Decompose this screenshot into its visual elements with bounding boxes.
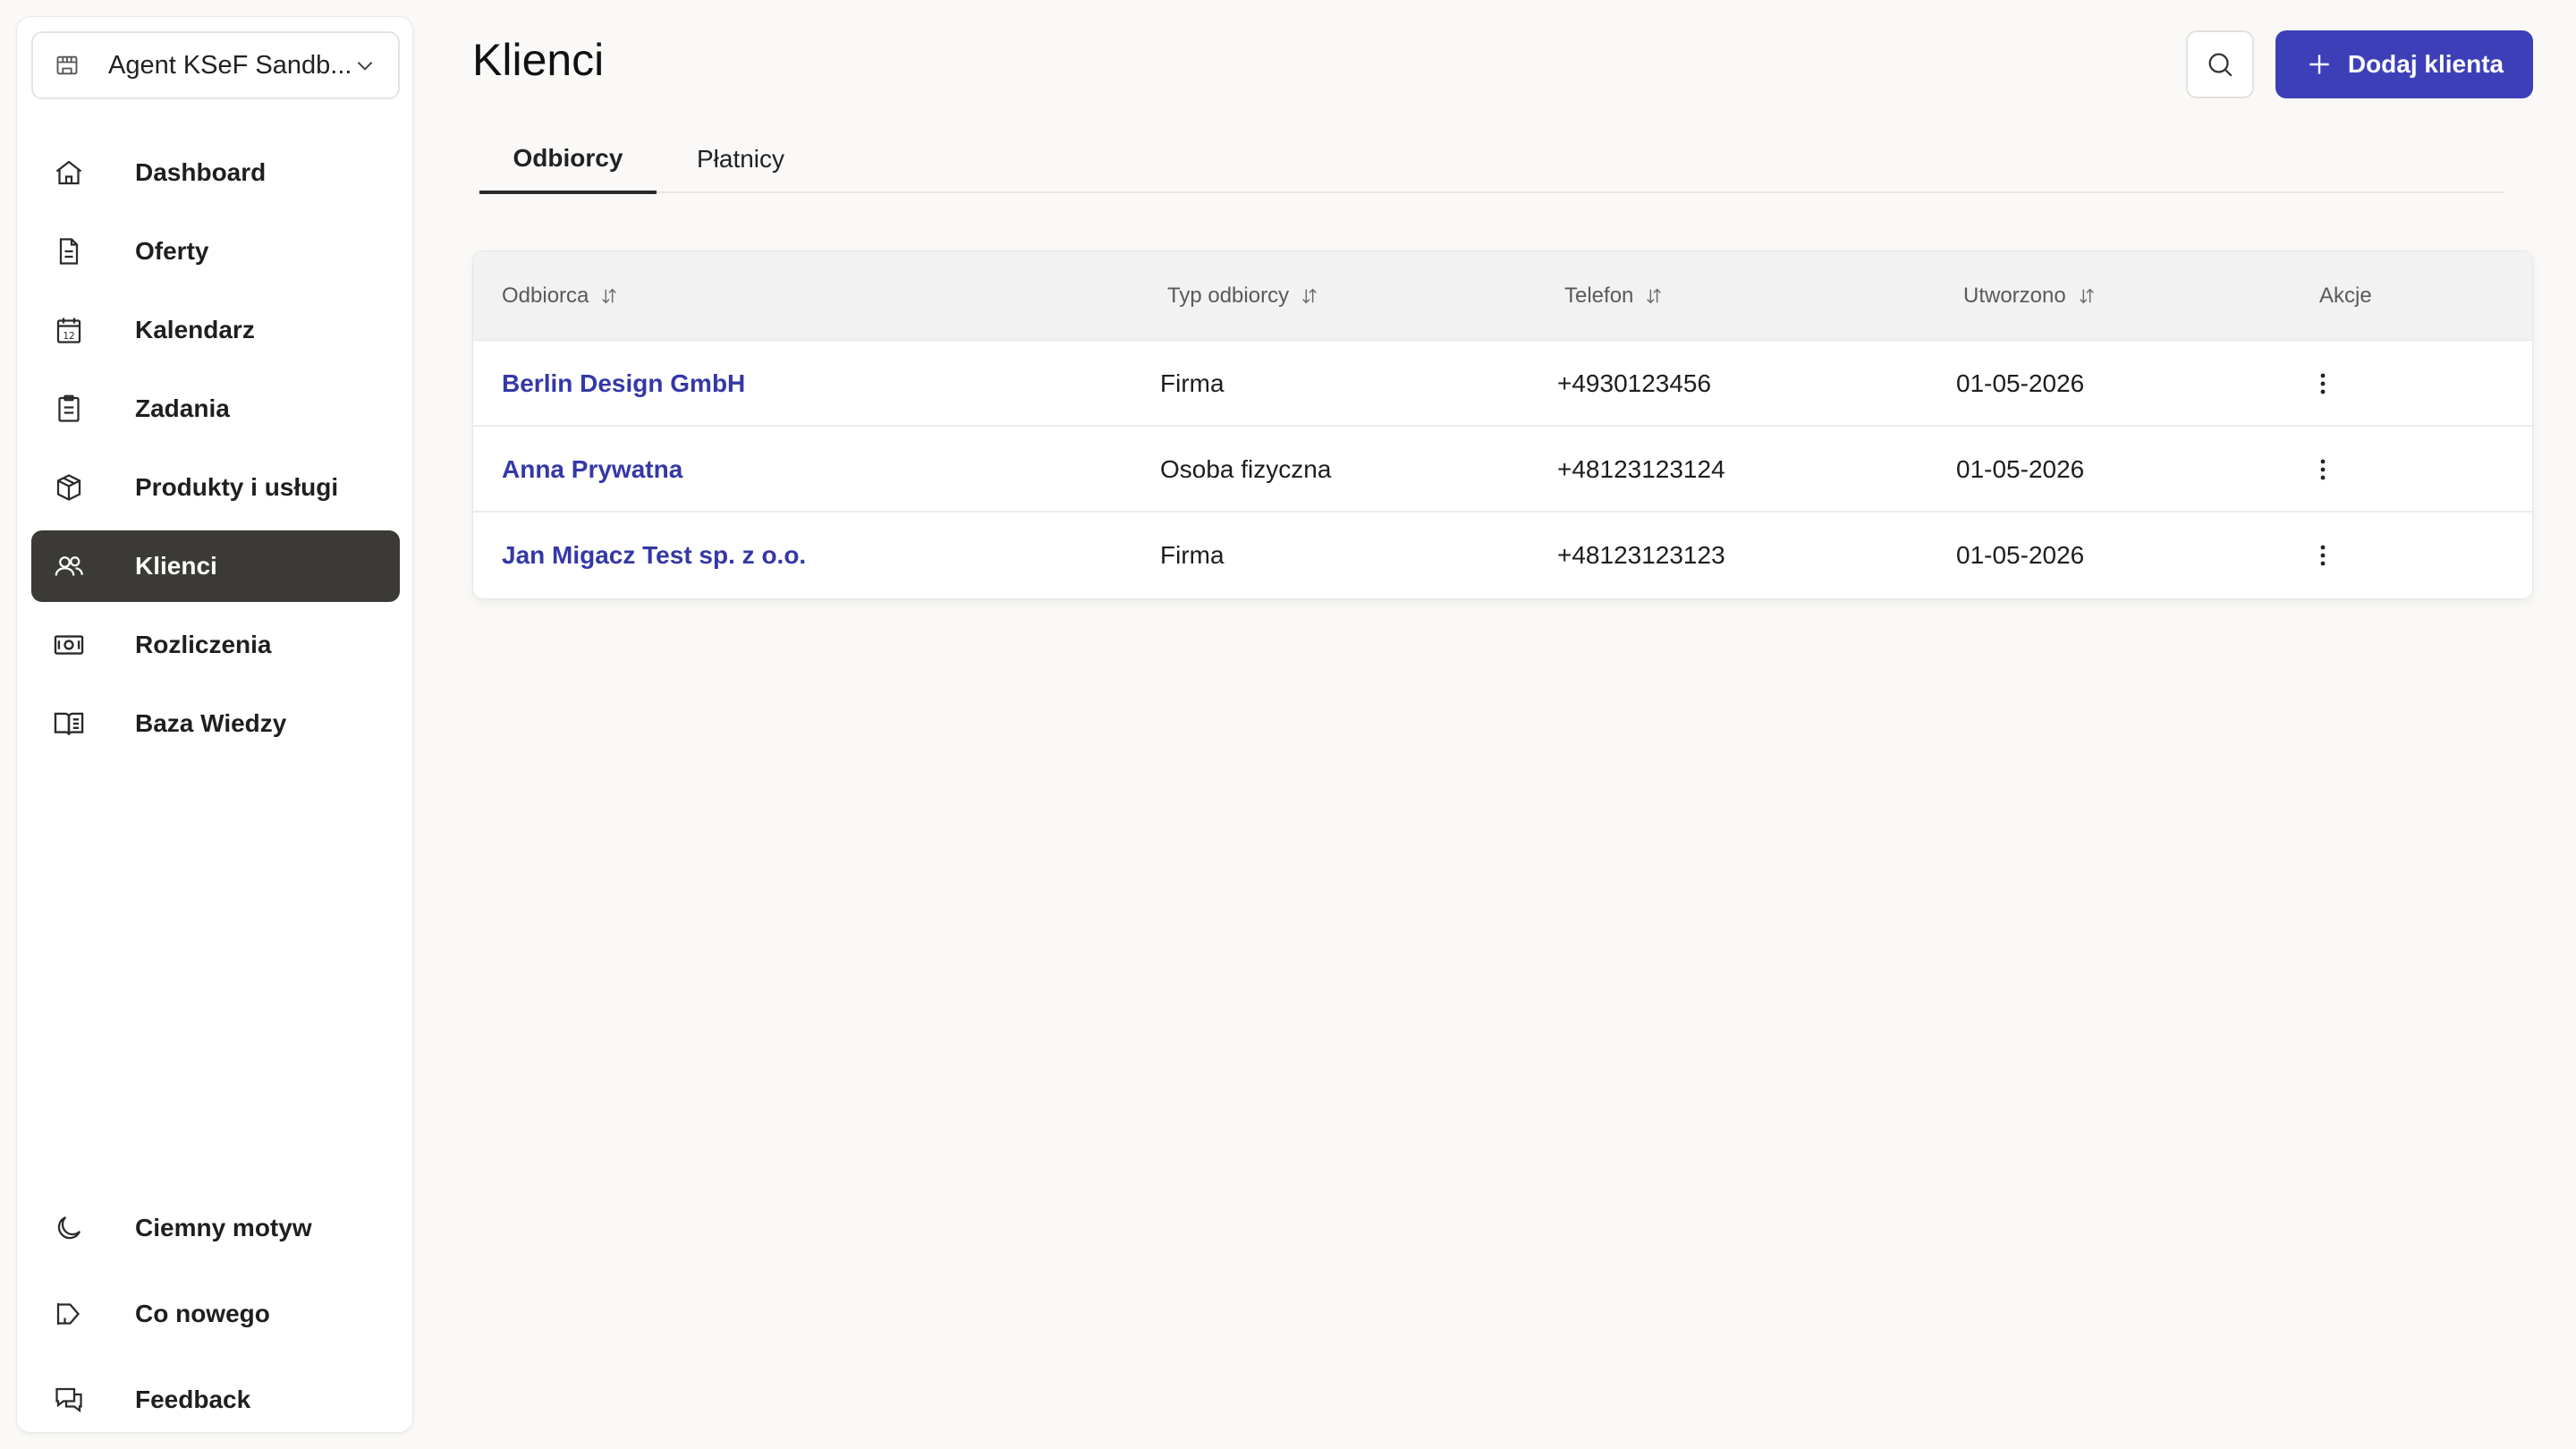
megaphone-icon xyxy=(51,1296,87,1332)
row-actions-button[interactable] xyxy=(2305,452,2341,487)
sidebar-item-label: Zadania xyxy=(135,394,230,422)
search-icon xyxy=(2205,49,2235,80)
add-client-button[interactable]: Dodaj klienta xyxy=(2275,30,2533,98)
sidebar-item-oferty[interactable]: Oferty xyxy=(31,216,400,287)
column-header-label: Telefon xyxy=(1564,284,1634,308)
more-vertical-icon xyxy=(2320,373,2326,394)
search-button[interactable] xyxy=(2186,30,2254,98)
column-header-label: Utworzono xyxy=(1963,284,2066,308)
sidebar-item-label: Klienci xyxy=(135,552,217,580)
sidebar-item-label: Dashboard xyxy=(135,158,267,186)
client-created: 01-05-2026 xyxy=(1956,369,2085,397)
sort-icon xyxy=(2077,286,2097,306)
client-tabs: Odbiorcy Płatnicy xyxy=(479,125,2504,194)
sidebar-item-label: Kalendarz xyxy=(135,316,255,343)
calendar-icon: 12 xyxy=(51,312,87,348)
sidebar-item-label: Ciemny motyw xyxy=(135,1214,312,1241)
sidebar-item-produkty[interactable]: Produkty i usługi xyxy=(31,452,400,523)
sidebar-item-baza-wiedzy[interactable]: Baza Wiedzy xyxy=(31,688,400,759)
organization-name: Agent KSeF Sandb... xyxy=(108,50,352,80)
column-header-telefon[interactable]: Telefon xyxy=(1564,251,1664,341)
moon-icon xyxy=(51,1210,87,1246)
more-vertical-icon xyxy=(2320,545,2326,566)
sidebar-item-kalendarz[interactable]: 12 Kalendarz xyxy=(31,294,400,366)
clients-table: Odbiorca Typ odbiorcy Telefon Utworzono … xyxy=(472,250,2533,599)
client-created: 01-05-2026 xyxy=(1956,541,2085,569)
sidebar-item-label: Co nowego xyxy=(135,1300,270,1327)
users-icon xyxy=(51,548,87,584)
column-header-akcje: Akcje xyxy=(2319,251,2372,341)
sidebar-item-label: Baza Wiedzy xyxy=(135,709,287,737)
sort-icon xyxy=(1300,286,1319,306)
column-header-typ-odbiorcy[interactable]: Typ odbiorcy xyxy=(1167,251,1319,341)
svg-text:12: 12 xyxy=(63,331,74,342)
clipboard-icon xyxy=(51,391,87,427)
sidebar-item-label: Feedback xyxy=(135,1385,251,1413)
tab-platnicy[interactable]: Płatnicy xyxy=(657,125,825,193)
row-actions-button[interactable] xyxy=(2305,366,2341,402)
page-title: Klienci xyxy=(472,35,605,85)
column-header-label: Typ odbiorcy xyxy=(1167,284,1290,308)
column-header-label: Odbiorca xyxy=(502,284,589,308)
more-vertical-icon xyxy=(2320,459,2326,480)
organization-selector[interactable]: Agent KSeF Sandb... xyxy=(31,31,400,99)
add-client-label: Dodaj klienta xyxy=(2347,50,2504,78)
sidebar-item-dashboard[interactable]: Dashboard xyxy=(31,137,400,208)
plus-icon xyxy=(2305,50,2334,79)
table-row: Anna Prywatna Osoba fizyczna +4812312312… xyxy=(473,427,2532,513)
client-type: Firma xyxy=(1160,369,1224,397)
sidebar-item-dark-theme[interactable]: Ciemny motyw xyxy=(31,1189,400,1267)
app-root: Agent KSeF Sandb... Dashboard Oferty 12 … xyxy=(0,0,2576,1449)
tab-odbiorcy[interactable]: Odbiorcy xyxy=(479,125,657,194)
sidebar-item-label: Oferty xyxy=(135,237,209,265)
document-icon xyxy=(51,233,87,269)
sidebar: Agent KSeF Sandb... Dashboard Oferty 12 … xyxy=(16,16,413,1433)
column-header-odbiorca[interactable]: Odbiorca xyxy=(502,251,619,341)
sidebar-nav: Dashboard Oferty 12 Kalendarz Zadania Pr… xyxy=(31,137,400,767)
row-actions-button[interactable] xyxy=(2305,538,2341,573)
column-header-utworzono[interactable]: Utworzono xyxy=(1963,251,2097,341)
sidebar-item-feedback[interactable]: Feedback xyxy=(31,1360,400,1439)
table-row: Berlin Design GmbH Firma +4930123456 01-… xyxy=(473,341,2532,427)
client-type: Firma xyxy=(1160,541,1224,569)
sidebar-item-klienci[interactable]: Klienci xyxy=(31,530,400,602)
sort-icon xyxy=(1644,286,1664,306)
banknote-icon xyxy=(51,627,87,663)
store-icon xyxy=(55,53,80,78)
sidebar-item-whats-new[interactable]: Co nowego xyxy=(31,1275,400,1353)
client-name-link[interactable]: Jan Migacz Test sp. z o.o. xyxy=(502,513,806,598)
sort-icon xyxy=(599,286,619,306)
column-header-label: Akcje xyxy=(2319,284,2372,308)
table-row: Jan Migacz Test sp. z o.o. Firma +481231… xyxy=(473,513,2532,598)
chevron-down-icon xyxy=(353,54,377,77)
table-header: Odbiorca Typ odbiorcy Telefon Utworzono … xyxy=(473,251,2532,341)
sidebar-item-label: Produkty i usługi xyxy=(135,473,339,501)
sidebar-bottom-nav: Ciemny motyw Co nowego Feedback xyxy=(31,1189,400,1446)
box-icon xyxy=(51,470,87,505)
sidebar-item-label: Rozliczenia xyxy=(135,631,272,658)
chat-icon xyxy=(51,1382,87,1418)
book-icon xyxy=(51,706,87,741)
client-phone: +48123123124 xyxy=(1557,455,1725,483)
client-phone: +4930123456 xyxy=(1557,369,1712,397)
client-name-link[interactable]: Berlin Design GmbH xyxy=(502,341,745,427)
home-icon xyxy=(51,155,87,191)
sidebar-item-zadania[interactable]: Zadania xyxy=(31,373,400,445)
client-phone: +48123123123 xyxy=(1557,541,1725,569)
client-created: 01-05-2026 xyxy=(1956,455,2085,483)
client-name-link[interactable]: Anna Prywatna xyxy=(502,427,682,513)
client-type: Osoba fizyczna xyxy=(1160,455,1332,483)
sidebar-item-rozliczenia[interactable]: Rozliczenia xyxy=(31,609,400,681)
